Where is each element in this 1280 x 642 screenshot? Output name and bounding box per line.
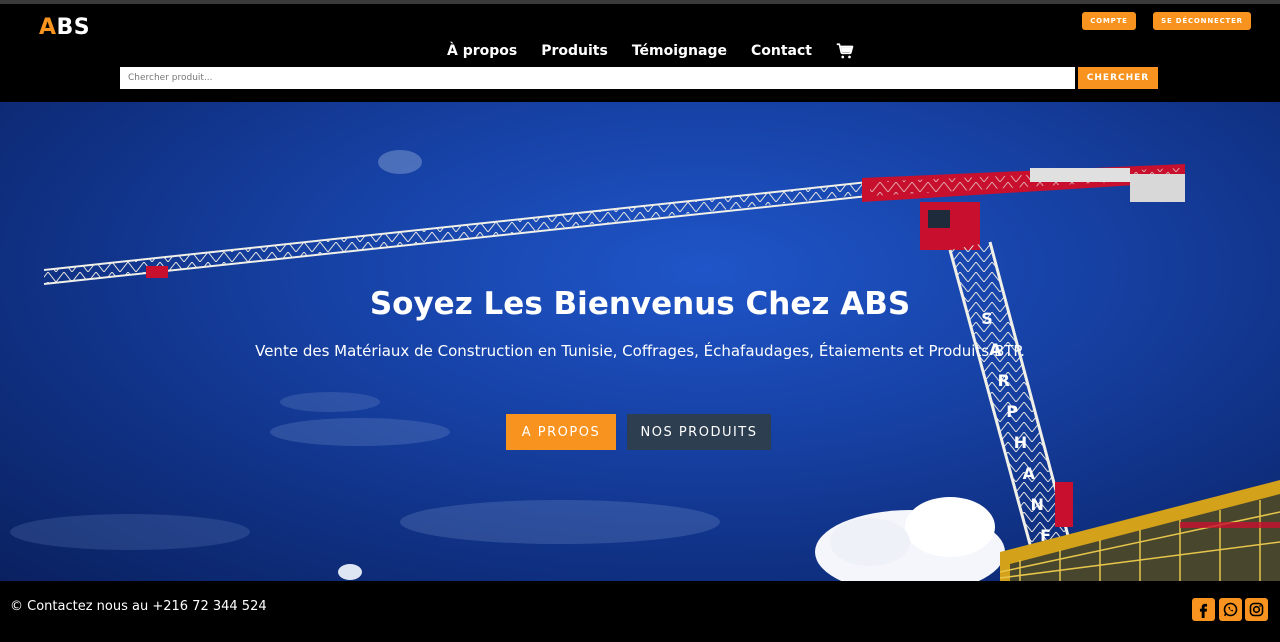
logout-button[interactable]: SE DÉCONNECTER	[1153, 12, 1251, 30]
crane-letter: N	[1031, 495, 1044, 514]
crane-letter: H	[1014, 433, 1027, 452]
site-logo[interactable]: ABS	[39, 15, 90, 40]
account-button[interactable]: COMPTE	[1082, 12, 1136, 30]
logo-letter-a: A	[39, 15, 57, 40]
nav-link-products[interactable]: Produits	[541, 43, 608, 59]
about-button[interactable]: A PROPOS	[506, 414, 616, 450]
hero-title: Soyez Les Bienvenus Chez ABS	[369, 286, 911, 322]
search-button[interactable]: CHERCHER	[1078, 67, 1158, 89]
logo-letters-bs: BS	[56, 15, 91, 40]
instagram-icon[interactable]	[1245, 598, 1268, 621]
nav-link-contact[interactable]: Contact	[751, 43, 812, 59]
crane-letter: R	[998, 371, 1010, 390]
hero-subtitle: Vente des Matériaux de Construction en T…	[255, 342, 1025, 360]
footer-contact-text: © Contactez nous au +216 72 344 524	[10, 599, 267, 614]
cart-icon[interactable]	[836, 42, 854, 60]
whatsapp-icon[interactable]	[1219, 598, 1242, 621]
nav-link-about[interactable]: À propos	[447, 43, 517, 59]
main-nav: À propos Produits Témoignage Contact	[447, 40, 854, 62]
site-footer: © Contactez nous au +216 72 344 524	[0, 581, 1280, 642]
products-button[interactable]: NOS PRODUITS	[627, 414, 771, 450]
hero-banner: SARPHANFIN Soyez Les Bienvenus Chez ABS …	[0, 102, 1280, 581]
crane-letter: P	[1006, 402, 1018, 421]
nav-link-testimonials[interactable]: Témoignage	[632, 43, 727, 59]
facebook-icon[interactable]	[1192, 598, 1215, 621]
crane-letter: A	[1023, 464, 1036, 483]
site-header: ABS COMPTE SE DÉCONNECTER À propos Produ…	[0, 4, 1280, 102]
search-input[interactable]	[120, 67, 1075, 89]
